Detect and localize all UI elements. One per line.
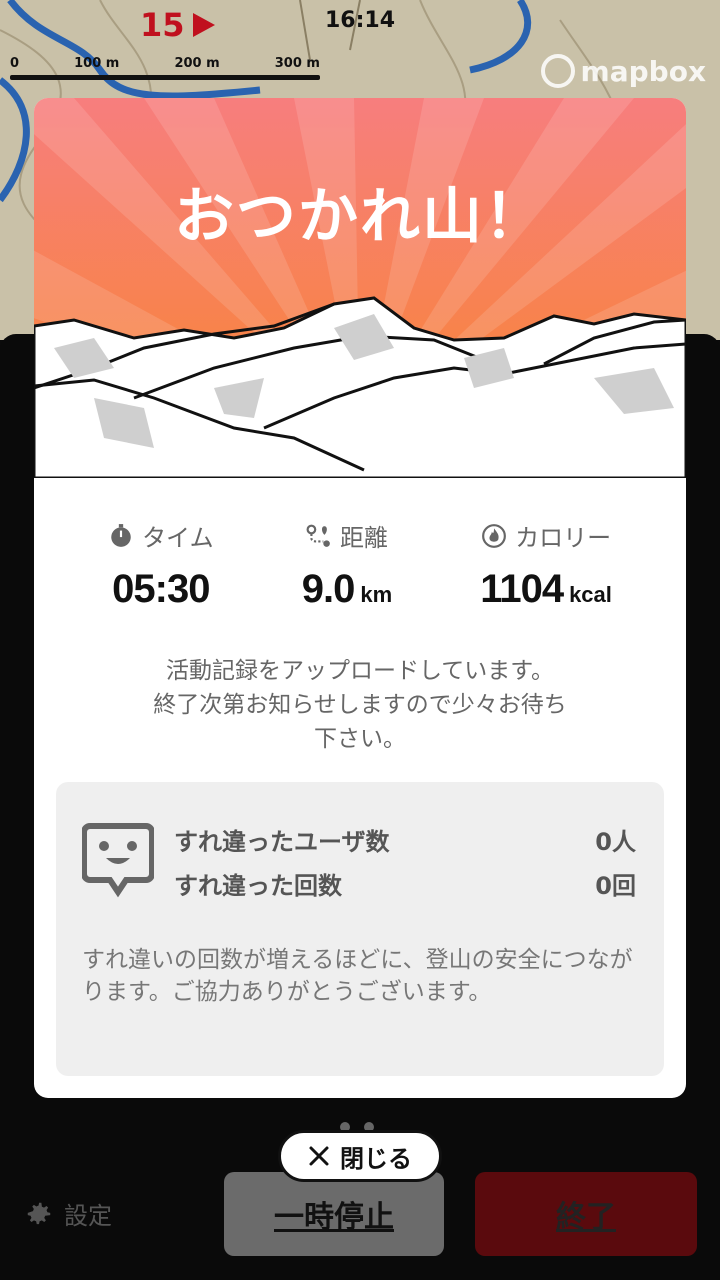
scale-label: 200 m — [174, 56, 220, 71]
stat-value: 1104 — [480, 567, 564, 611]
passing-stats: すれ違ったユーザ数 0人 すれ違った回数 0回 — [174, 820, 636, 908]
flame-icon — [482, 523, 506, 548]
upload-message-line: 下さい。 — [314, 726, 406, 752]
mapbox-logo: mapbox — [540, 54, 706, 88]
passing-count-row: すれ違った回数 0回 — [174, 864, 636, 908]
scale-bar-line — [10, 75, 320, 80]
passing-note: すれ違いの回数が増えるほどに、登山の安全につながります。ご協力ありがとうございま… — [82, 947, 633, 1005]
close-button[interactable]: 閉じる — [278, 1130, 442, 1182]
settings-label: 設定 — [64, 1202, 112, 1230]
passing-face-icon — [82, 823, 154, 898]
stat-label: カロリー — [515, 524, 612, 552]
stat-calorie: カロリー 1104 kcal — [480, 518, 612, 612]
mapbox-circle-icon — [540, 54, 575, 88]
passing-users-value: 0人 — [595, 828, 636, 856]
passing-info-box: すれ違ったユーザ数 0人 すれ違った回数 0回 すれ違いの回数が増えるほどに、登… — [56, 782, 664, 1076]
pause-button[interactable]: 一時停止 — [224, 1172, 444, 1256]
mapbox-attribution: mapbox — [580, 54, 706, 88]
scale-label: 100 m — [74, 56, 120, 71]
stats-row: タイム 05:30 距離 9.0 km カロリー 1104 kcal — [34, 518, 686, 612]
stat-distance: 距離 9.0 km — [302, 518, 392, 612]
stat-unit: kcal — [569, 582, 612, 607]
end-button[interactable]: 終了 — [475, 1172, 697, 1256]
passing-users-label: すれ違ったユーザ数 — [174, 828, 390, 856]
passing-count-label: すれ違った回数 — [174, 872, 342, 900]
scale-label: 300 m — [274, 56, 320, 71]
upload-message-line: 終了次第お知らせしますので少々お待ち — [153, 692, 567, 718]
close-label: 閉じる — [340, 1144, 412, 1173]
stopwatch-icon — [111, 523, 131, 547]
route-icon — [306, 524, 330, 547]
upload-message-line: 活動記録をアップロードしています。 — [165, 658, 554, 684]
summit-modal: おつかれ山！ タイム 05:30 距離 9.0 km カロリー 1104 kca… — [34, 98, 686, 1098]
close-icon — [309, 1146, 329, 1166]
stat-value: 05:30 — [112, 567, 210, 611]
upload-message: 活動記録をアップロードしています。 終了次第お知らせしますので少々お待ち 下さい… — [94, 654, 626, 756]
passing-count-value: 0回 — [595, 872, 636, 900]
stat-time: タイム 05:30 — [108, 518, 214, 612]
scale-label: 0 — [10, 56, 20, 71]
map-scale-bar: 0 100 m 200 m 300 m — [10, 56, 330, 86]
modal-title: おつかれ山！ — [174, 182, 546, 252]
stat-label: 距離 — [339, 524, 388, 552]
mountain-illustration — [34, 98, 686, 478]
stat-value: 9.0 — [301, 567, 356, 611]
passing-users-row: すれ違ったユーザ数 0人 — [174, 820, 636, 864]
hero-banner: おつかれ山！ — [34, 98, 686, 478]
gear-icon — [27, 1202, 51, 1224]
status-time: 16:14 — [324, 8, 396, 33]
settings-button[interactable]: 設定 — [24, 1196, 112, 1231]
stat-label: タイム — [142, 524, 214, 552]
stat-unit: km — [360, 582, 393, 607]
